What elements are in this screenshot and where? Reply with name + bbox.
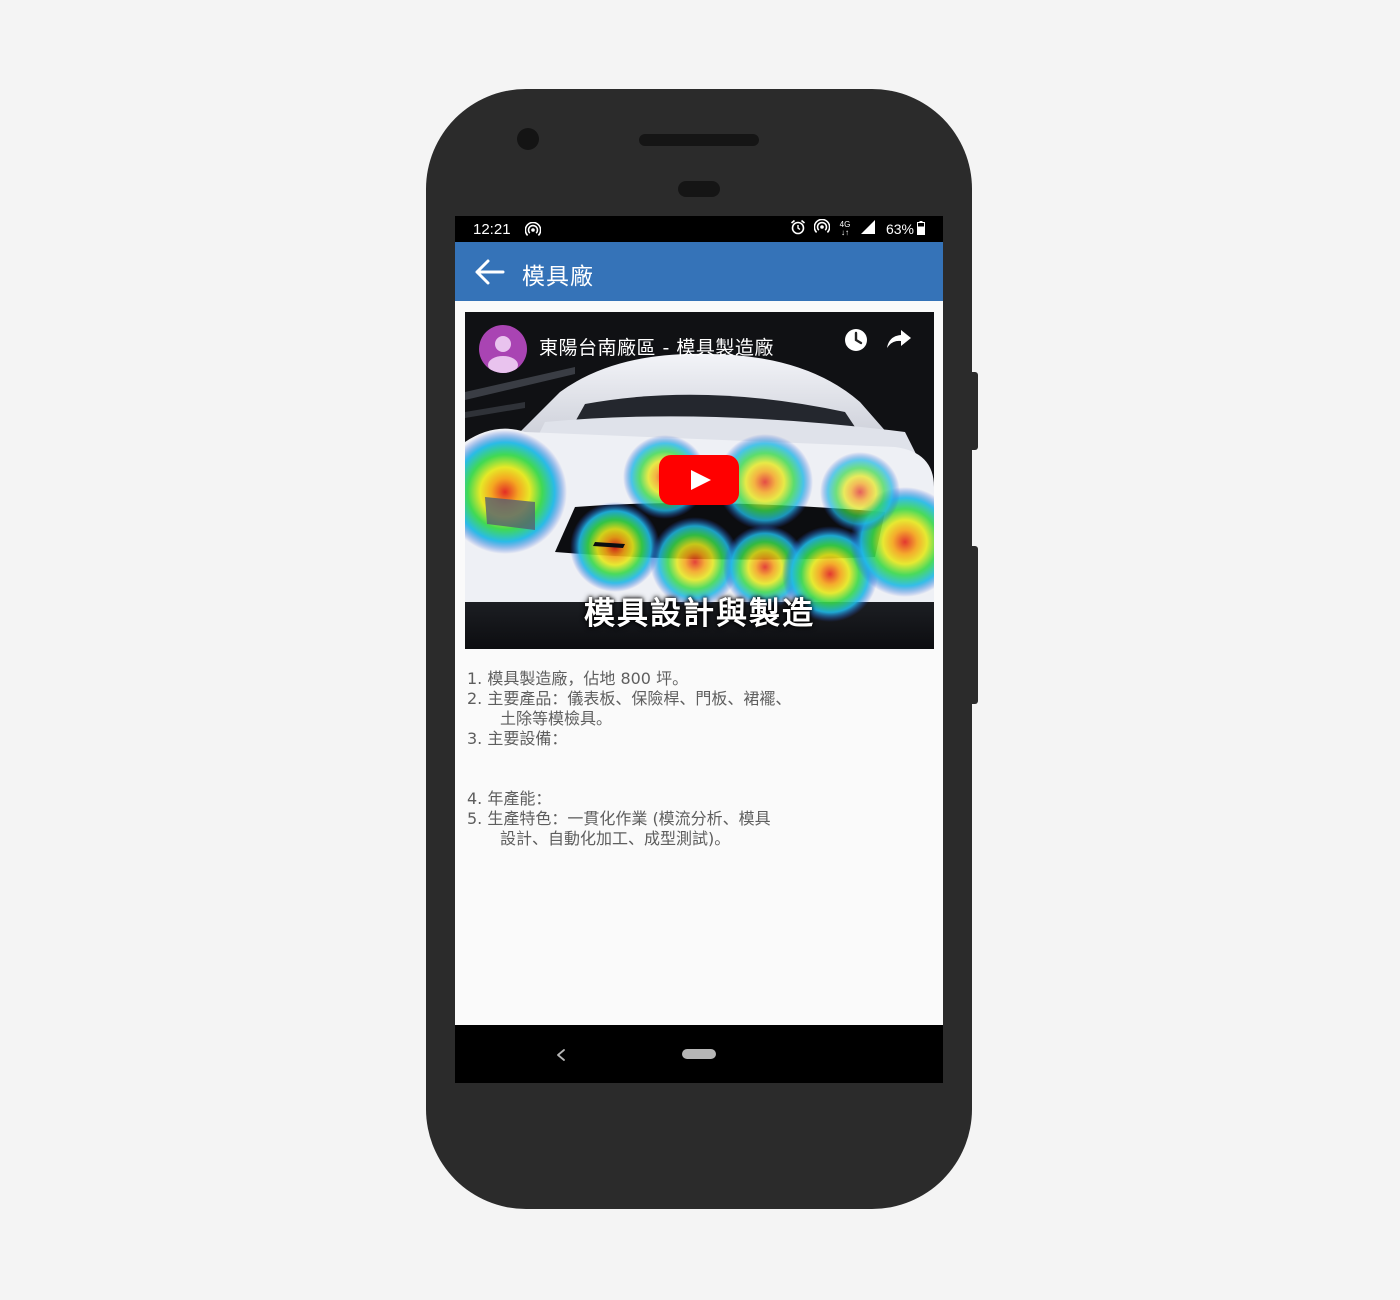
arrow-back-icon[interactable] — [473, 258, 505, 290]
volume-button — [970, 546, 978, 704]
nav-home-pill-icon[interactable] — [682, 1049, 716, 1059]
battery-percent: 63% — [885, 221, 914, 237]
status-bar: 12:21 4G ↓↑ 63% — [455, 216, 943, 242]
youtube-play-icon[interactable] — [659, 455, 739, 505]
list-item: 1. 模具製造廠，佔地 800 坪。 — [467, 669, 689, 688]
hotspot-icon — [813, 218, 831, 239]
signal-icon — [860, 219, 876, 239]
app-bar: 模具廠 — [455, 242, 943, 301]
list-item: 5. 生產特色：一貫化作業 (模流分析、模具 — [467, 809, 771, 828]
front-camera — [517, 128, 539, 150]
power-button — [970, 372, 978, 450]
clock-icon[interactable] — [843, 327, 869, 357]
mobile-data-icon: 4G ↓↑ — [839, 220, 851, 237]
alarm-icon — [790, 219, 806, 239]
battery-icon — [917, 220, 925, 239]
proximity-sensor — [678, 181, 720, 197]
list-item: 4. 年產能： — [467, 789, 552, 808]
blank-space — [467, 749, 927, 789]
list-item-continuation: 土除等模檢具。 — [500, 709, 613, 728]
list-item: 2. 主要產品：儀表板、保險桿、門板、裙襬、 — [467, 689, 792, 708]
factory-description: 1. 模具製造廠，佔地 800 坪。 2. 主要產品：儀表板、保險桿、門板、裙襬… — [467, 669, 927, 849]
page-title: 模具廠 — [522, 264, 594, 290]
video-title[interactable]: 東陽台南廠區 - 模具製造廠 — [539, 333, 774, 360]
nav-back-icon[interactable] — [555, 1047, 567, 1066]
list-item: 3. 主要設備： — [467, 729, 568, 748]
video-player[interactable]: 東陽台南廠區 - 模具製造廠 模具設計與製造 — [465, 312, 934, 649]
list-item-continuation: 設計、自動化加工、成型測試)。 — [500, 829, 731, 848]
video-caption: 模具設計與製造 — [584, 596, 815, 632]
share-icon[interactable] — [886, 328, 912, 354]
phone-screen: 12:21 4G ↓↑ 63% 模具廠 東陽台南廠區 - 模具製造廠 模具設計與… — [455, 216, 943, 1083]
channel-avatar[interactable] — [479, 325, 527, 373]
network-type-label: 4G — [839, 220, 851, 229]
system-nav-bar — [455, 1025, 943, 1083]
status-icons: 4G ↓↑ 63% — [790, 218, 925, 239]
hotspot-icon — [524, 221, 542, 242]
status-time: 12:21 — [473, 221, 511, 238]
earpiece-speaker — [639, 134, 759, 146]
